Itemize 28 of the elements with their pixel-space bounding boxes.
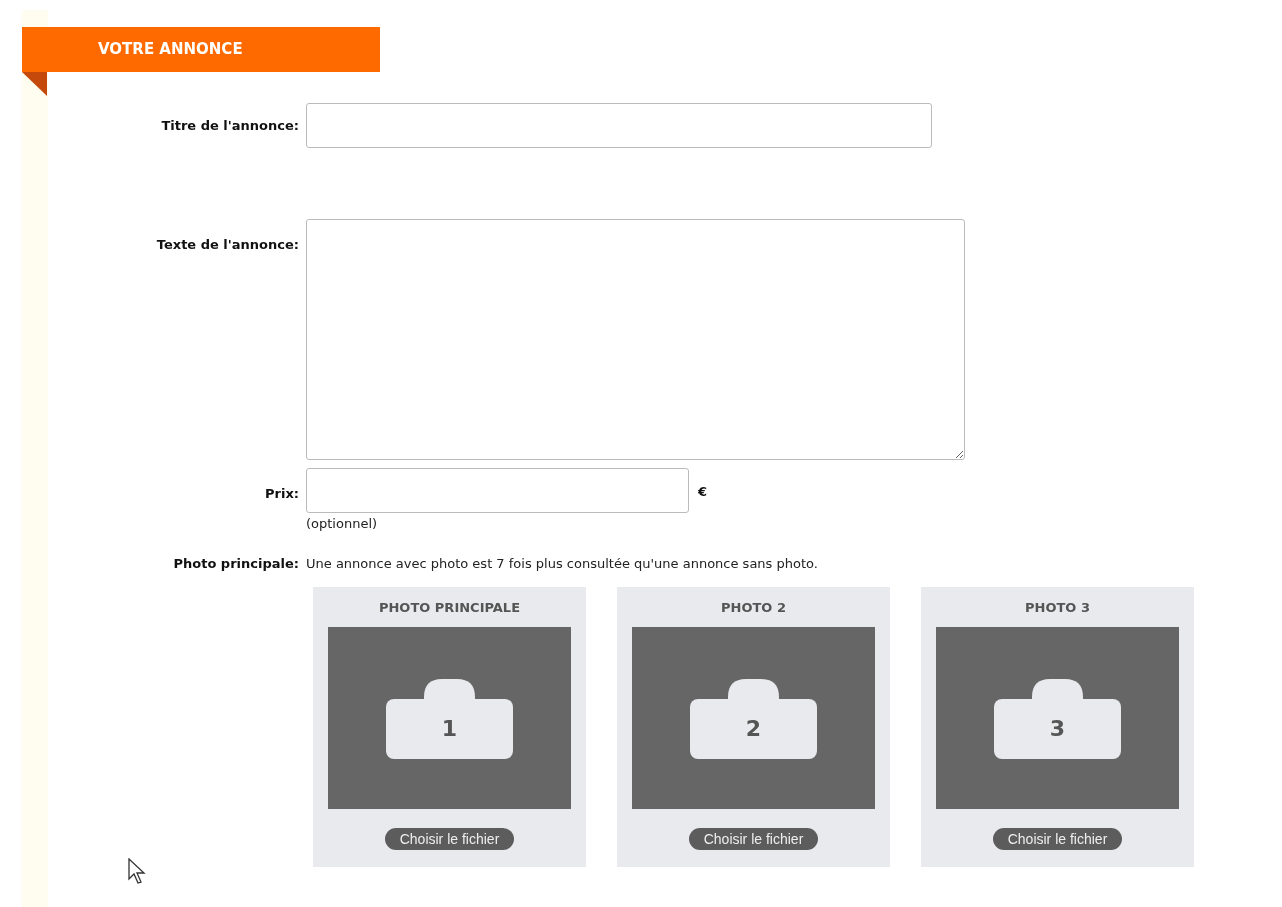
field-label: Texte de l'annonce: (155, 236, 300, 254)
section-banner: VOTRE ANNONCE (22, 27, 380, 72)
field-label: Photo principale: (172, 554, 300, 573)
photo-number: 2 (745, 717, 762, 740)
banner-fold-icon (22, 72, 47, 96)
photo-title: PHOTO 3 (1025, 599, 1090, 616)
camera-icon (386, 678, 513, 759)
cursor-icon (128, 858, 146, 886)
photo-number: 1 (441, 717, 458, 740)
currency-unit: € (698, 483, 708, 501)
camera-icon (690, 678, 817, 759)
optional-note: (optionnel) (306, 515, 379, 533)
choose-file-button[interactable]: Choisir le fichier (992, 828, 1123, 850)
field-label: Prix: (264, 485, 300, 503)
title-input[interactable] (306, 103, 932, 148)
photo-title: PHOTO 2 (721, 599, 786, 616)
choose-file-button[interactable]: Choisir le fichier (384, 828, 515, 850)
text-area[interactable] (306, 219, 965, 460)
photo-placeholder[interactable]: 2 (632, 627, 875, 809)
choose-file-button[interactable]: Choisir le fichier (688, 828, 819, 850)
price-input[interactable] (306, 468, 689, 513)
photo-hint: Une annonce avec photo est 7 fois plus consultée qu'une annonce sans photo. (306, 554, 818, 573)
field-label: Titre de l'annonce: (160, 116, 300, 135)
photo-title: PHOTO PRINCIPALE (378, 599, 521, 616)
photo-placeholder[interactable]: 3 (936, 627, 1179, 809)
camera-icon (994, 678, 1121, 759)
photo-placeholder[interactable]: 1 (328, 627, 571, 809)
photo-number: 3 (1049, 717, 1066, 740)
